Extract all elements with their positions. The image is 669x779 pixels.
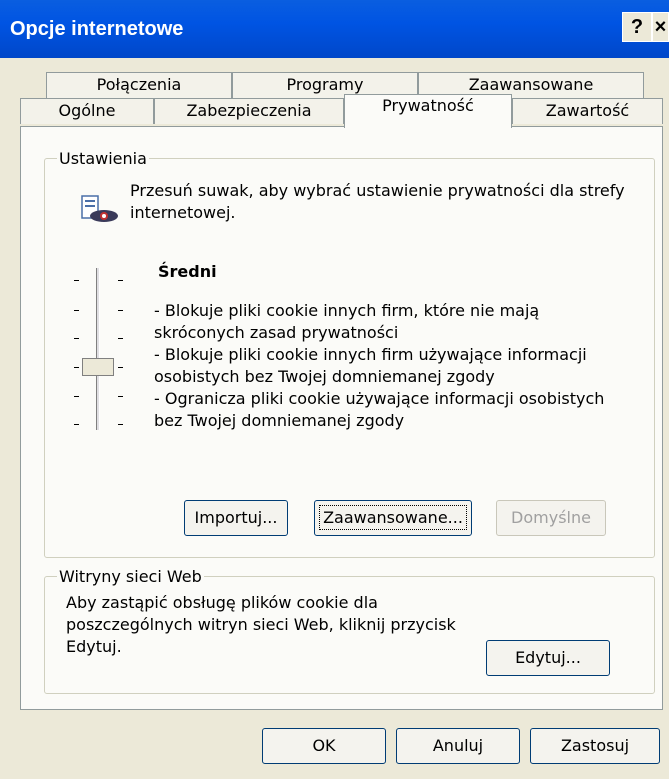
settings-legend: Ustawienia [57, 149, 149, 168]
slider-tick [118, 424, 123, 425]
slider-tick [74, 310, 79, 311]
slider-tick [118, 367, 123, 368]
advanced-button-label: Zaawansowane... [319, 505, 467, 530]
tab-ogolne[interactable]: Ogólne [20, 98, 154, 124]
level-title: Średni [158, 262, 217, 281]
help-button[interactable]: ? [622, 12, 652, 42]
ok-button-label: OK [312, 736, 336, 755]
desc-line: - Ogranicza pliki cookie używające infor… [154, 389, 605, 408]
slider-track[interactable] [96, 268, 100, 430]
websites-legend: Witryny sieci Web [57, 567, 204, 586]
slider-tick [74, 367, 79, 368]
cancel-button[interactable]: Anuluj [396, 728, 520, 764]
websites-line: Aby zastąpić obsługę plików cookie dla [66, 593, 378, 612]
close-button[interactable]: × [652, 12, 669, 42]
import-button-label: Importuj... [194, 508, 278, 527]
intro-line-2: internetowej. [130, 203, 236, 222]
edit-button-label: Edytuj... [515, 648, 581, 667]
tab-polaczenia[interactable]: Połączenia [46, 72, 232, 98]
apply-button[interactable]: Zastosuj [530, 728, 660, 764]
default-button-label: Domyślne [511, 508, 591, 527]
desc-line: - Blokuje pliki cookie innych firm używa… [154, 345, 587, 364]
slider-tick [74, 424, 79, 425]
slider-tick [74, 280, 79, 281]
websites-line: Edytuj. [66, 637, 122, 656]
slider-thumb[interactable] [82, 358, 114, 376]
ok-button[interactable]: OK [262, 728, 386, 764]
slider-tick [118, 280, 123, 281]
apply-button-label: Zastosuj [560, 736, 630, 755]
intro-line-1: Przesuń suwak, aby wybrać ustawienie pry… [130, 181, 625, 200]
level-description: - Blokuje pliki cookie innych firm, któr… [154, 300, 604, 432]
slider-tick [118, 396, 123, 397]
slider-tick [118, 338, 123, 339]
desc-line: - Blokuje pliki cookie innych firm, któr… [154, 301, 540, 320]
tab-zawartosc[interactable]: Zawartość [512, 98, 663, 124]
privacy-icon [81, 195, 118, 222]
slider-tick [74, 396, 79, 397]
settings-intro: Przesuń suwak, aby wybrać ustawienie pry… [130, 180, 625, 224]
import-button[interactable]: Importuj... [184, 500, 288, 536]
desc-line: osobistych bez Twojej domniemanej zgody [154, 367, 495, 386]
websites-text: Aby zastąpić obsługę plików cookie dla p… [66, 592, 456, 658]
tab-prywatnosc[interactable]: Prywatność [344, 94, 512, 128]
slider-tick [118, 310, 123, 311]
window-title: Opcje internetowe [10, 18, 184, 40]
desc-line: bez Twojej domniemanej zgody [154, 411, 405, 430]
slider-tick [74, 338, 79, 339]
advanced-button[interactable]: Zaawansowane... [314, 500, 472, 536]
websites-line: poszczególnych witryn sieci Web, kliknij… [66, 615, 456, 634]
edit-button[interactable]: Edytuj... [486, 640, 610, 676]
default-button[interactable]: Domyślne [496, 500, 606, 536]
desc-line: skróconych zasad prywatności [154, 323, 399, 342]
tab-zabezpieczenia[interactable]: Zabezpieczenia [154, 98, 344, 124]
cancel-button-label: Anuluj [432, 736, 484, 755]
title-bar[interactable]: Opcje internetowe ? × [0, 0, 669, 58]
